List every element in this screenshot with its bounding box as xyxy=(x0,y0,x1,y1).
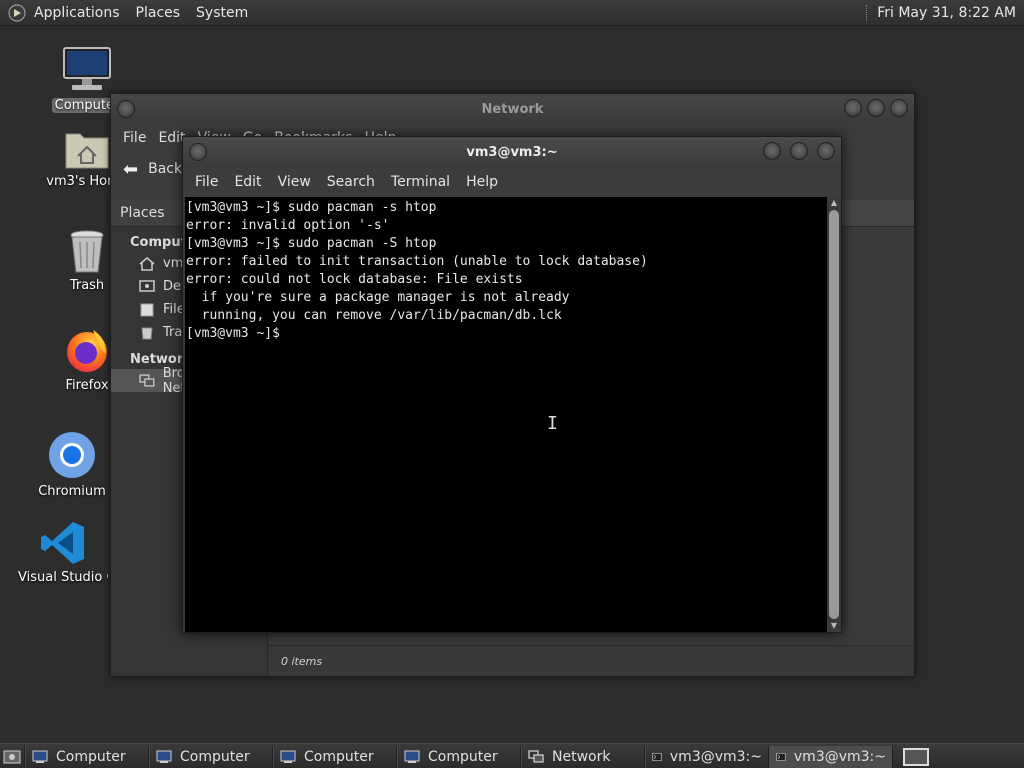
term-menu-file[interactable]: File xyxy=(187,174,226,190)
task-computer-4[interactable]: Computer xyxy=(397,745,521,768)
task-label: Computer xyxy=(56,748,126,765)
network-window-icon xyxy=(528,749,544,763)
terminal-scrollbar[interactable]: ▲ ▼ xyxy=(827,197,841,632)
main-menu: Applications Places System xyxy=(0,0,256,25)
network-icon xyxy=(139,373,155,387)
task-label: Computer xyxy=(180,748,250,765)
desktop-icon-label: Firefox xyxy=(65,378,109,393)
desktop-icon-label: Trash xyxy=(69,278,105,293)
clock-area: Fri May 31, 8:22 AM xyxy=(866,0,1024,25)
folder-window-icon xyxy=(156,750,172,763)
status-bar: 0 items xyxy=(268,645,914,676)
desktop-icon-vscode[interactable]: Visual Studio Code xyxy=(18,520,108,589)
task-label: vm3@vm3:~ xyxy=(669,748,762,765)
terminal-icon xyxy=(652,752,662,761)
close-button[interactable] xyxy=(817,142,835,160)
scroll-down-arrow-icon[interactable]: ▼ xyxy=(827,620,841,632)
folder-window-icon xyxy=(32,750,48,763)
text-cursor-icon: I xyxy=(547,413,558,434)
task-computer-1[interactable]: Computer xyxy=(25,745,149,768)
top-panel: Applications Places System Fri May 31, 8… xyxy=(0,0,1024,26)
system-menu[interactable]: System xyxy=(188,5,256,21)
terminal-titlebar[interactable]: vm3@vm3:~ xyxy=(183,137,841,167)
minimize-button[interactable] xyxy=(763,142,781,160)
task-label: Computer xyxy=(428,748,498,765)
folder-window-icon xyxy=(280,750,296,763)
desktop-icon xyxy=(139,279,155,292)
term-menu-terminal[interactable]: Terminal xyxy=(383,174,458,190)
task-label: vm3@vm3:~ xyxy=(793,748,886,765)
workspace-switcher[interactable] xyxy=(903,747,929,766)
fm-menu-file[interactable]: File xyxy=(117,130,152,146)
taskbar: Computer Computer Computer Computer Netw… xyxy=(0,743,1024,768)
drive-icon xyxy=(140,303,154,316)
term-menu-help[interactable]: Help xyxy=(458,174,506,190)
term-menu-search[interactable]: Search xyxy=(319,174,383,190)
term-menu-edit[interactable]: Edit xyxy=(226,174,269,190)
home-icon xyxy=(139,256,155,271)
desktop-icon-chromium[interactable]: Chromium xyxy=(26,430,118,503)
task-network[interactable]: Network xyxy=(521,745,645,768)
trash-icon xyxy=(70,230,104,273)
terminal-title: vm3@vm3:~ xyxy=(466,145,558,160)
terminal-output-area[interactable]: [vm3@vm3 ~]$ sudo pacman -s htop error: … xyxy=(185,197,827,632)
sidebar-header-label: Places xyxy=(120,205,165,221)
show-desktop-icon xyxy=(3,750,21,763)
applications-menu[interactable]: Applications xyxy=(26,5,128,21)
distro-logo-icon[interactable] xyxy=(8,3,26,22)
minimize-button[interactable] xyxy=(844,99,862,117)
term-menu-view[interactable]: View xyxy=(270,174,319,190)
desktop-icon-label: Visual Studio Code xyxy=(18,570,108,585)
status-text: 0 items xyxy=(281,654,323,668)
firefox-icon xyxy=(67,330,107,372)
clock[interactable]: Fri May 31, 8:22 AM xyxy=(877,5,1016,21)
task-computer-2[interactable]: Computer xyxy=(149,745,273,768)
file-manager-title: Network xyxy=(481,102,544,117)
task-computer-3[interactable]: Computer xyxy=(273,745,397,768)
scrollbar-thumb[interactable] xyxy=(829,210,839,619)
file-manager-titlebar[interactable]: Network xyxy=(111,94,914,124)
terminal-menubar: File Edit View Search Terminal Help xyxy=(183,167,841,197)
home-folder-icon xyxy=(65,133,109,169)
computer-icon xyxy=(63,47,111,90)
desktop-icon-label: Chromium xyxy=(38,484,106,499)
back-button[interactable]: ⬅ Back xyxy=(123,159,182,180)
maximize-button[interactable] xyxy=(790,142,808,160)
back-arrow-icon: ⬅ xyxy=(123,158,139,180)
task-terminal-2[interactable]: vm3@vm3:~ xyxy=(769,745,893,768)
task-label: Network xyxy=(552,748,611,765)
places-menu[interactable]: Places xyxy=(128,5,189,21)
folder-window-icon xyxy=(404,750,420,763)
panel-separator xyxy=(866,4,869,21)
task-terminal-1[interactable]: vm3@vm3:~ xyxy=(645,745,769,768)
terminal-icon xyxy=(776,752,786,761)
trash-small-icon xyxy=(141,327,153,339)
terminal-window: vm3@vm3:~ File Edit View Search Terminal… xyxy=(182,136,842,633)
scroll-up-arrow-icon[interactable]: ▲ xyxy=(827,197,841,209)
task-label: Computer xyxy=(304,748,374,765)
vscode-icon xyxy=(41,522,84,564)
back-label: Back xyxy=(148,161,183,177)
terminal-output: [vm3@vm3 ~]$ sudo pacman -s htop error: … xyxy=(186,200,648,341)
close-button[interactable] xyxy=(890,99,908,117)
chromium-icon xyxy=(49,432,95,478)
show-desktop-button[interactable] xyxy=(0,744,25,768)
maximize-button[interactable] xyxy=(867,99,885,117)
